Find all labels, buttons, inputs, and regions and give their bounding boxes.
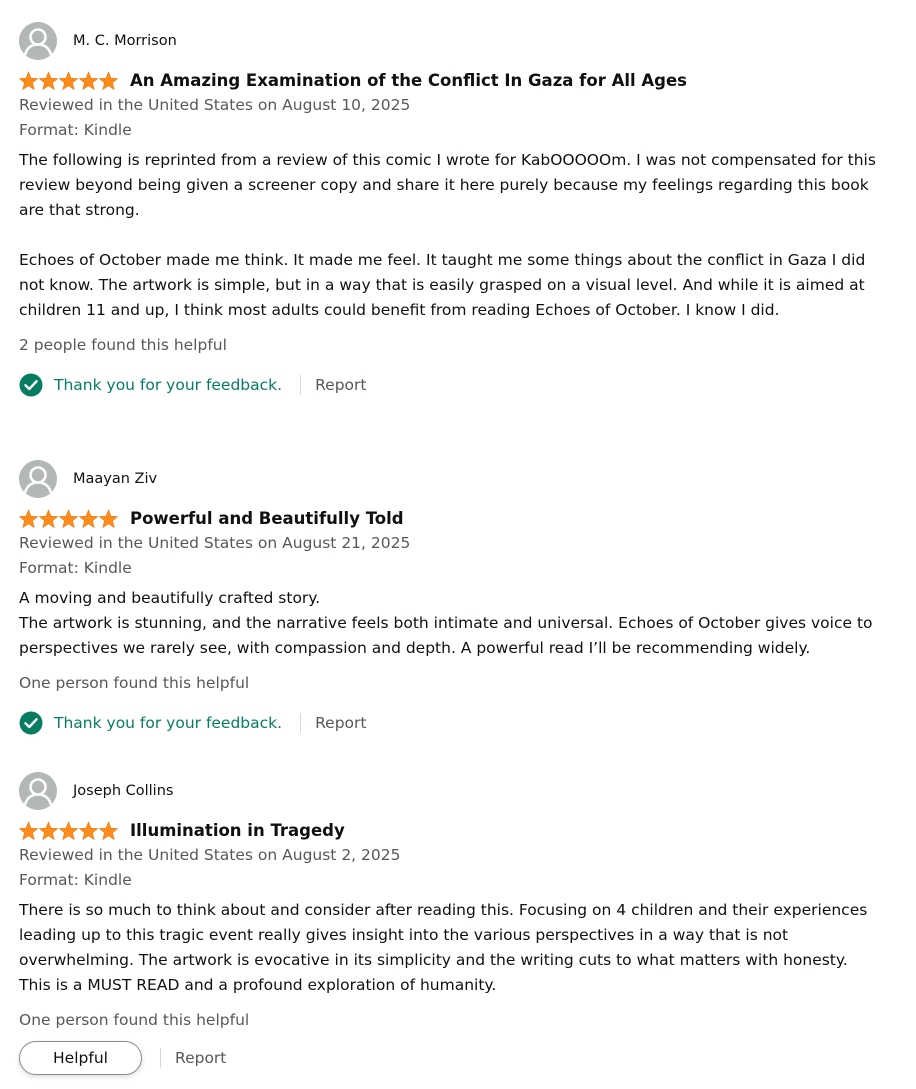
review-actions: Helpful Report — [19, 1041, 889, 1075]
review-paragraph: A moving and beautifully crafted story. … — [19, 589, 873, 657]
helpful-button[interactable]: Helpful — [19, 1041, 142, 1075]
helpful-count: One person found this helpful — [19, 674, 250, 692]
report-link[interactable]: Report — [315, 714, 366, 732]
review-actions: Thank you for your feedback. Report — [19, 370, 889, 400]
reviewer-profile[interactable]: Maayan Ziv — [19, 459, 889, 499]
avatar-icon — [19, 772, 57, 810]
reviewer-profile[interactable]: Joseph Collins — [19, 771, 889, 811]
avatar-icon — [19, 22, 57, 60]
reviewer-name: Joseph Collins — [73, 783, 174, 799]
helpful-count: One person found this helpful — [19, 1011, 250, 1029]
review-body: The following is reprinted from a review… — [19, 148, 881, 323]
review-paragraph: Echoes of October made me think. It made… — [19, 251, 866, 319]
review-format: Format: Kindle — [19, 559, 132, 577]
report-link[interactable]: Report — [175, 1049, 226, 1067]
avatar-icon — [19, 460, 57, 498]
reviews-list: M. C. Morrison An Amazing Examination of… — [0, 0, 916, 1089]
star-rating-icon[interactable] — [19, 70, 118, 91]
feedback-text: Thank you for your feedback. — [54, 714, 283, 732]
review-format: Format: Kindle — [19, 871, 132, 889]
review-title[interactable]: Powerful and Beautifully Told — [130, 509, 404, 528]
divider — [300, 375, 302, 395]
check-circle-icon — [19, 373, 43, 397]
reviewer-name: Maayan Ziv — [73, 471, 158, 487]
divider — [160, 1048, 161, 1068]
review-paragraph: There is so much to think about and cons… — [19, 901, 868, 994]
review-format: Format: Kindle — [19, 121, 132, 139]
review-date: Reviewed in the United States on August … — [19, 846, 401, 864]
review-card: M. C. Morrison An Amazing Examination of… — [19, 21, 889, 400]
feedback-text: Thank you for your feedback. — [54, 376, 283, 394]
review-card: Joseph Collins Illumination in Tragedy R… — [19, 771, 889, 1075]
review-title[interactable]: Illumination in Tragedy — [130, 821, 345, 840]
review-card: Maayan Ziv Powerful and Beautifully Told… — [19, 459, 889, 738]
feedback-confirmation: Thank you for your feedback. — [19, 373, 282, 397]
review-date: Reviewed in the United States on August … — [19, 534, 411, 552]
reviewer-name: M. C. Morrison — [73, 33, 177, 49]
check-circle-icon — [19, 711, 43, 735]
reviewer-profile[interactable]: M. C. Morrison — [19, 21, 889, 61]
review-paragraph: The following is reprinted from a review… — [19, 151, 876, 219]
star-rating-icon[interactable] — [19, 508, 118, 529]
feedback-confirmation: Thank you for your feedback. — [19, 711, 282, 735]
review-body: A moving and beautifully crafted story. … — [19, 586, 881, 661]
review-date: Reviewed in the United States on August … — [19, 96, 411, 114]
review-actions: Thank you for your feedback. Report — [19, 708, 889, 738]
star-rating-icon[interactable] — [19, 820, 118, 841]
helpful-count: 2 people found this helpful — [19, 336, 227, 354]
review-title[interactable]: An Amazing Examination of the Conflict I… — [130, 71, 687, 90]
divider — [300, 713, 302, 733]
review-body: There is so much to think about and cons… — [19, 898, 881, 998]
report-link[interactable]: Report — [315, 376, 366, 394]
